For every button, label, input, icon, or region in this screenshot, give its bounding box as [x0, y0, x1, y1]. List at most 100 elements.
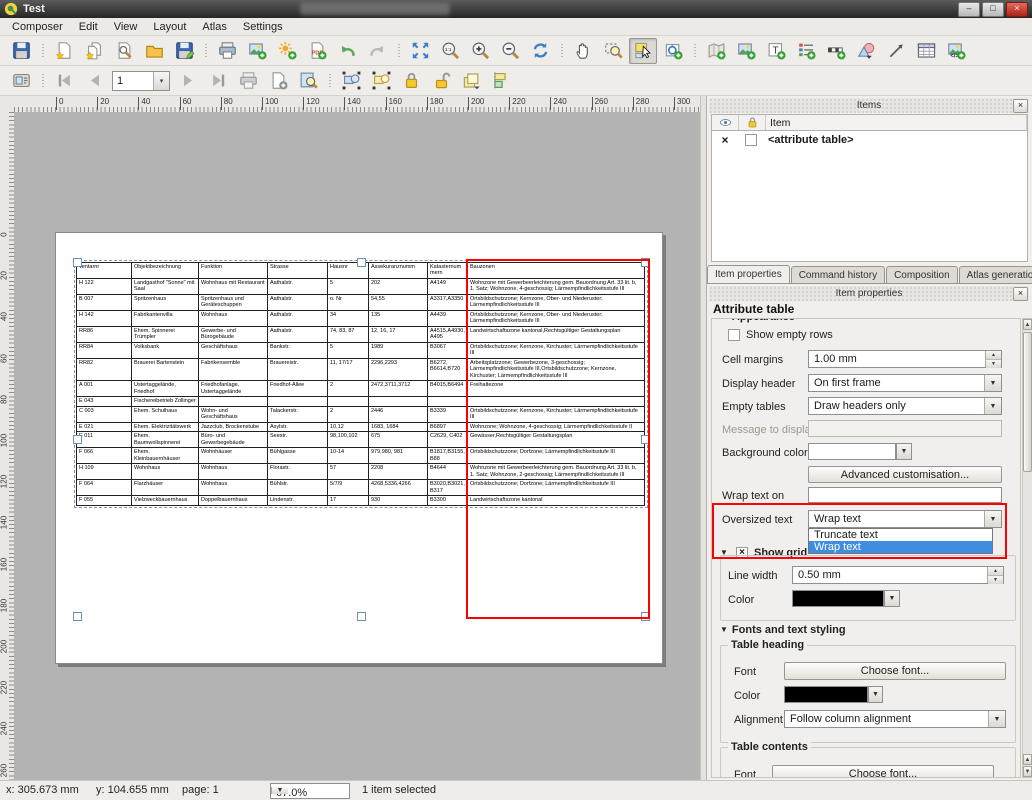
wrap-text-on-input[interactable] — [808, 487, 1002, 503]
alignment-combo[interactable]: Follow column alignment ▼ — [784, 710, 1006, 728]
tab-item-properties[interactable]: Item properties — [707, 265, 790, 283]
zoom-1-1-icon[interactable]: 1:1 — [436, 38, 464, 64]
menu-composer[interactable]: Composer — [4, 19, 71, 35]
scroll-up-icon[interactable]: ▲ — [1023, 319, 1032, 330]
chevron-down-icon[interactable]: ▼ — [988, 711, 1005, 727]
grid-color-swatch[interactable] — [792, 590, 884, 607]
show-empty-rows-checkbox[interactable] — [728, 329, 740, 341]
fonts-section-header[interactable]: ▼Fonts and text styling — [720, 624, 846, 636]
add-legend-icon[interactable] — [792, 38, 820, 64]
save-as-template-icon[interactable] — [170, 38, 198, 64]
panel-scrollbar[interactable]: ▲ ▲ ▼ — [1022, 318, 1032, 778]
scroll-down-icon[interactable]: ▼ — [1023, 766, 1032, 777]
background-color-swatch[interactable] — [808, 443, 896, 460]
move-item-content-icon[interactable] — [659, 38, 687, 64]
chevron-down-icon[interactable]: ▾ — [153, 72, 169, 90]
add-scalebar-icon[interactable] — [822, 38, 850, 64]
pan-icon[interactable] — [569, 38, 597, 64]
selection-handle[interactable] — [641, 612, 650, 621]
undo-icon[interactable] — [333, 38, 361, 64]
chevron-down-icon[interactable]: ▼ — [869, 687, 882, 702]
grid-color-dropdown[interactable]: ▼ — [884, 590, 900, 607]
tab-atlas-generation[interactable]: Atlas generation — [959, 266, 1032, 283]
dropdown-option[interactable]: Truncate text — [809, 529, 992, 541]
background-color-dropdown[interactable]: ▼ — [896, 443, 912, 460]
menu-atlas[interactable]: Atlas — [194, 19, 234, 35]
atlas-next-icon[interactable] — [174, 68, 202, 94]
tab-command-history[interactable]: Command history — [791, 266, 885, 283]
add-arrow-icon[interactable] — [882, 38, 910, 64]
add-shape-icon[interactable] — [852, 38, 880, 64]
scrollbar-thumb[interactable] — [1023, 332, 1032, 472]
chevron-down-icon[interactable]: ▼ — [984, 511, 1001, 527]
heading-choose-font-button[interactable]: Choose font... — [784, 662, 1006, 680]
spin-down-icon[interactable]: ▼ — [986, 360, 1001, 368]
chevron-down-icon[interactable]: ▼ — [271, 787, 288, 794]
select-move-item-icon[interactable] — [629, 38, 657, 64]
heading-color-dropdown[interactable]: ▼ — [868, 686, 883, 703]
appearance-section-header[interactable]: ▼Appearance — [720, 318, 795, 323]
visibility-checkbox[interactable]: × — [712, 133, 738, 147]
chevron-down-icon[interactable]: ▼ — [885, 591, 899, 606]
spin-down-icon[interactable]: ▼ — [988, 576, 1003, 584]
zoom-in-icon[interactable] — [466, 38, 494, 64]
selection-handle[interactable] — [641, 435, 650, 444]
zoom-full-icon[interactable] — [406, 38, 434, 64]
atlas-page-combo[interactable]: 1▾ — [112, 71, 170, 91]
group-items-icon[interactable] — [337, 68, 365, 94]
load-template-icon[interactable] — [140, 38, 168, 64]
dropdown-option[interactable]: Wrap text — [809, 541, 992, 553]
export-svg-icon[interactable] — [273, 38, 301, 64]
spin-up-icon[interactable]: ▲ — [988, 567, 1003, 576]
minimize-button[interactable]: – — [958, 2, 980, 17]
menu-view[interactable]: View — [106, 19, 146, 35]
empty-tables-combo[interactable]: Draw headers only ▼ — [808, 397, 1002, 415]
selection-handle[interactable] — [357, 258, 366, 267]
export-pdf-icon[interactable]: PDF — [303, 38, 331, 64]
line-width-spinbox[interactable]: 0.50 mm ▲▼ — [792, 566, 1004, 584]
zoom-out-icon[interactable] — [496, 38, 524, 64]
attribute-table-item[interactable]: ventarnrObjektbezeichnungFunktionStrasse… — [76, 262, 646, 506]
export-image-icon[interactable] — [243, 38, 271, 64]
align-items-icon[interactable] — [487, 68, 515, 94]
oversized-text-combo[interactable]: Wrap text ▼ — [808, 510, 1002, 528]
zoom-level-combo[interactable]: 67.0% ▼ — [270, 783, 350, 799]
atlas-print-icon[interactable] — [234, 68, 262, 94]
refresh-icon[interactable] — [526, 38, 554, 64]
zoom-region-icon[interactable] — [599, 38, 627, 64]
scroll-up-icon[interactable]: ▲ — [1023, 754, 1032, 765]
selection-handle[interactable] — [73, 612, 82, 621]
close-icon[interactable]: × — [1013, 287, 1028, 301]
display-header-combo[interactable]: On first frame ▼ — [808, 374, 1002, 392]
close-button[interactable]: × — [1006, 2, 1028, 17]
menu-settings[interactable]: Settings — [235, 19, 291, 35]
items-row-attribute-table[interactable]: × <attribute table> — [712, 131, 1027, 148]
tab-composition[interactable]: Composition — [886, 266, 958, 283]
selection-handle[interactable] — [357, 612, 366, 621]
redo-icon[interactable] — [363, 38, 391, 64]
print-icon[interactable] — [213, 38, 241, 64]
maximize-button[interactable]: □ — [982, 2, 1004, 17]
selection-handle[interactable] — [73, 258, 82, 267]
ungroup-items-icon[interactable] — [367, 68, 395, 94]
atlas-first-icon[interactable] — [50, 68, 78, 94]
spin-up-icon[interactable]: ▲ — [986, 351, 1001, 360]
heading-color-swatch[interactable] — [784, 686, 868, 703]
raise-items-icon[interactable] — [457, 68, 485, 94]
unlock-items-icon[interactable] — [427, 68, 455, 94]
composition-page[interactable]: ventarnrObjektbezeichnungFunktionStrasse… — [55, 232, 663, 664]
new-composition-icon[interactable] — [50, 38, 78, 64]
menu-edit[interactable]: Edit — [71, 19, 106, 35]
composer-manager-icon[interactable] — [110, 38, 138, 64]
selection-handle[interactable] — [641, 258, 650, 267]
atlas-settings-icon[interactable] — [294, 68, 322, 94]
atlas-preview-icon[interactable] — [7, 68, 35, 94]
add-image-icon[interactable] — [732, 38, 760, 64]
advanced-customisation-button[interactable]: Advanced customisation... — [808, 466, 1002, 483]
menu-layout[interactable]: Layout — [145, 19, 194, 35]
add-label-icon[interactable]: T — [762, 38, 790, 64]
lock-items-icon[interactable] — [397, 68, 425, 94]
close-icon[interactable]: × — [1013, 99, 1028, 113]
atlas-export-icon[interactable] — [264, 68, 292, 94]
add-attribute-table-icon[interactable] — [912, 38, 940, 64]
